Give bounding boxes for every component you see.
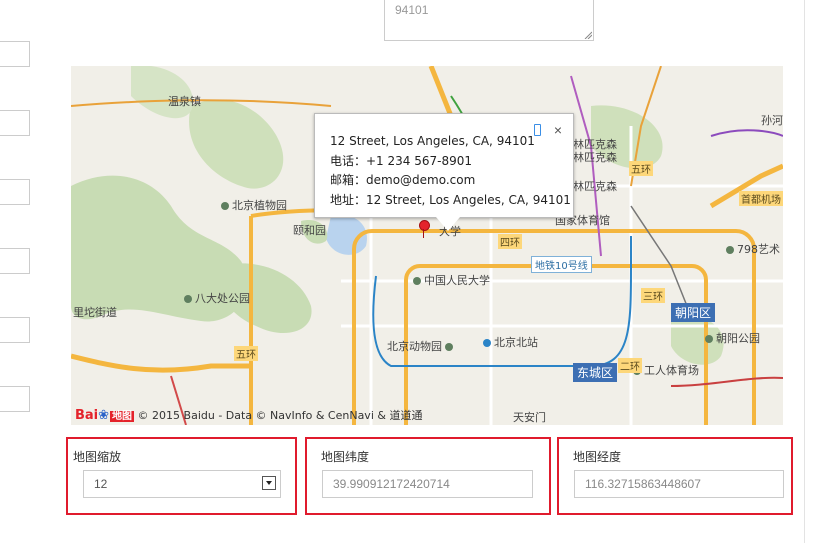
latitude-value: 39.990912172420714	[333, 477, 450, 491]
place-label: 北京动物园	[387, 338, 456, 354]
left-input-1[interactable]	[0, 41, 30, 67]
road-label-ring4: 四环	[498, 234, 522, 249]
station-icon	[483, 339, 491, 347]
info-window-pointer	[436, 217, 460, 231]
road-label-ring5: 五环	[629, 161, 653, 176]
road-label-ring3: 三环	[641, 288, 665, 303]
park-icon	[184, 295, 192, 303]
place-label: 林匹克森	[573, 180, 617, 193]
place-label: 孙河	[761, 114, 783, 127]
address-textarea[interactable]: 94101	[384, 0, 594, 41]
metro-line-label: 地铁10号线	[531, 256, 592, 273]
location-marker-stem	[423, 229, 424, 238]
place-label: 北京北站	[483, 334, 538, 350]
copyright-text: © 2015 Baidu - Data © NavInfo & CenNavi …	[137, 409, 423, 422]
left-input-6[interactable]	[0, 386, 30, 412]
zoom-label: 地图缩放	[73, 450, 122, 464]
longitude-input[interactable]: 116.32715863448607	[574, 470, 784, 498]
left-input-4[interactable]	[0, 248, 30, 274]
place-label: 八大处公园	[184, 290, 250, 306]
info-email: 邮箱：demo@demo.com	[330, 173, 476, 187]
chevron-down-icon[interactable]	[262, 476, 276, 490]
park-icon	[705, 335, 713, 343]
place-label: 北京植物园	[221, 197, 287, 213]
place-label: 温泉镇	[168, 95, 201, 108]
left-input-3[interactable]	[0, 179, 30, 205]
close-icon[interactable]: ×	[554, 122, 562, 138]
art-district-icon	[726, 246, 734, 254]
road-label-airport: 首都机场	[739, 191, 783, 206]
map-copyright: Bai❀ 地图 © 2015 Baidu - Data © NavInfo & C…	[75, 407, 422, 425]
university-icon	[413, 277, 421, 285]
zoo-icon	[445, 343, 453, 351]
baidu-paw-icon: ❀	[98, 408, 110, 423]
road-label-ring5-west: 五环	[234, 346, 258, 361]
info-address: 地址：12 Street, Los Angeles, CA, 94101	[330, 192, 571, 207]
location-marker-icon[interactable]	[419, 220, 430, 231]
longitude-value: 116.32715863448607	[585, 477, 701, 491]
place-label: 798艺术	[726, 241, 780, 257]
zoom-select-value: 12	[94, 477, 108, 491]
place-label: 颐和园	[293, 224, 326, 237]
place-label: 林匹克森	[573, 151, 617, 164]
left-input-5[interactable]	[0, 317, 30, 343]
address-textarea-value: 94101	[395, 3, 429, 17]
place-label: 天安门	[513, 411, 546, 424]
longitude-field-group: 地图经度 116.32715863448607	[557, 437, 793, 515]
latitude-input[interactable]: 39.990912172420714	[322, 470, 533, 498]
road-label-ring2: 二环	[618, 358, 642, 373]
district-badge-chaoyang: 朝阳区	[671, 303, 716, 322]
zoom-field-group: 地图缩放 12	[66, 437, 297, 515]
resize-grip-icon[interactable]	[584, 31, 592, 39]
place-label: 中国人民大学	[413, 272, 490, 288]
place-label: 工人体育场	[633, 362, 699, 378]
baidu-map[interactable]: 温泉镇 北京植物园 颐和园 八大处公园 里坨街道 北京动物园 北京北站 中国人民…	[71, 66, 783, 425]
place-label: 里坨街道	[73, 306, 117, 319]
place-label: 朝阳公园	[705, 330, 760, 346]
info-phone: 电话：+1 234 567-8901	[330, 153, 472, 168]
park-icon	[221, 202, 229, 210]
latitude-field-group: 地图纬度 39.990912172420714	[305, 437, 551, 515]
left-input-2[interactable]	[0, 110, 30, 136]
district-badge-dongcheng: 东城区	[573, 363, 618, 382]
zoom-select[interactable]: 12	[83, 470, 281, 498]
latitude-label: 地图纬度	[321, 450, 370, 464]
send-to-phone-icon[interactable]	[534, 124, 541, 136]
baidu-map-logo[interactable]: Bai❀ 地图	[75, 407, 135, 423]
column-divider	[804, 0, 805, 543]
longitude-label: 地图经度	[573, 450, 622, 464]
map-info-window: 12 Street, Los Angeles, CA, 94101 电话：+1 …	[314, 113, 574, 218]
